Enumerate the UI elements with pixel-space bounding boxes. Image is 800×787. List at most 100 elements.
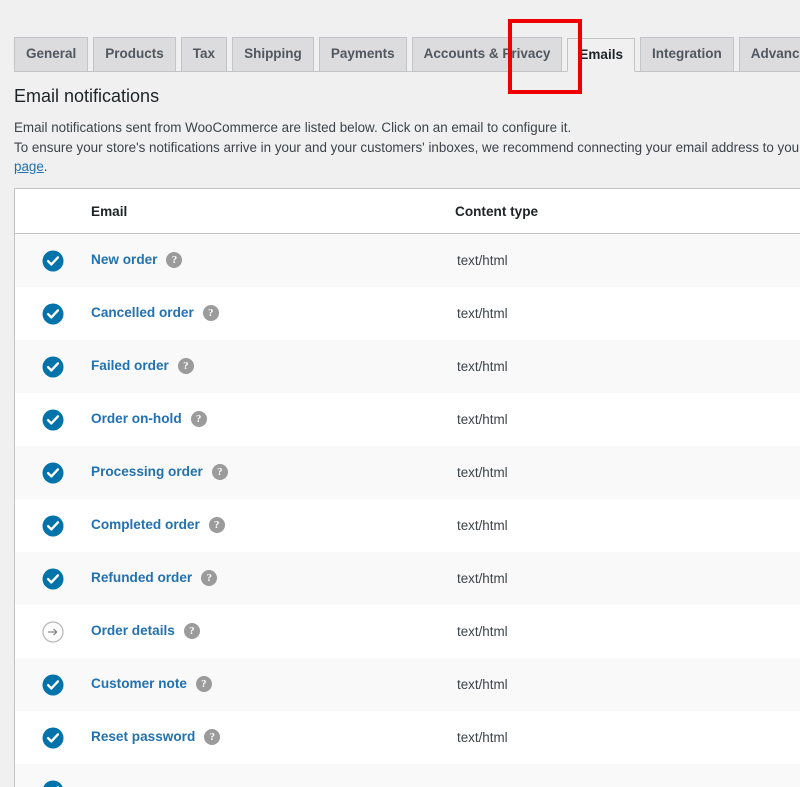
check-circle-icon[interactable]	[42, 568, 64, 590]
email-status-cell	[15, 605, 92, 658]
table-row[interactable]: Customer note? text/html	[14, 658, 800, 711]
content-type-cell: text/html	[455, 552, 655, 605]
row-spacer-cell	[655, 234, 800, 288]
email-notifications-table: Email Content type New order? text/html Ca…	[14, 188, 800, 787]
content-type-value: text/html	[457, 306, 508, 321]
content-type-value: text/html	[457, 253, 508, 268]
email-name-cell: Reset password?	[91, 711, 455, 764]
email-status-cell	[15, 393, 92, 446]
email-link[interactable]: Order on-hold	[91, 411, 182, 426]
arrow-right-circle-icon[interactable]	[42, 620, 64, 643]
email-name-cell: New order?	[91, 234, 455, 288]
email-name-cell: Order details?	[91, 605, 455, 658]
check-circle-icon[interactable]	[42, 727, 64, 749]
help-icon[interactable]: ?	[201, 570, 218, 586]
description-line-1: Email notifications sent from WooCommerc…	[14, 120, 572, 135]
column-header-email: Email	[91, 188, 455, 234]
tab-integration[interactable]: Integration	[639, 37, 734, 71]
description-line-3: page.	[14, 157, 800, 177]
help-icon[interactable]: ?	[195, 676, 212, 692]
email-link[interactable]: Order details	[91, 623, 175, 638]
row-spacer-cell	[655, 499, 800, 552]
email-name-cell: Completed order?	[91, 499, 455, 552]
row-spacer-cell	[655, 764, 800, 787]
check-circle-icon[interactable]	[42, 303, 64, 325]
help-icon[interactable]: ?	[202, 305, 219, 321]
column-header-status	[14, 188, 91, 234]
email-name-cell: Order on-hold?	[91, 393, 455, 446]
content-type-cell: text/html	[455, 234, 655, 288]
table-row[interactable]: Order details? text/html	[14, 605, 800, 658]
check-circle-icon[interactable]	[42, 356, 64, 378]
tab-accounts-privacy[interactable]: Accounts & Privacy	[411, 37, 563, 71]
email-link[interactable]: Customer note	[91, 676, 187, 691]
help-icon[interactable]: ?	[183, 623, 200, 639]
content-type-value: text/html	[457, 571, 508, 586]
email-link[interactable]: Failed order	[91, 358, 169, 373]
table-row[interactable]: Reset password? text/html	[14, 711, 800, 764]
table-row[interactable]: Refunded order? text/html	[14, 552, 800, 605]
page-title: Email notifications	[14, 86, 160, 106]
settings-page-link[interactable]: page	[14, 159, 44, 174]
table-row[interactable]	[14, 764, 800, 787]
tab-tax[interactable]: Tax	[180, 37, 228, 71]
tab-shipping[interactable]: Shipping	[232, 37, 314, 71]
email-status-cell	[15, 764, 92, 787]
email-link[interactable]: Cancelled order	[91, 305, 194, 320]
check-circle-icon[interactable]	[42, 780, 64, 787]
check-circle-icon[interactable]	[42, 250, 64, 272]
email-status-cell	[15, 658, 92, 711]
table-row[interactable]: Order on-hold? text/html	[14, 393, 800, 446]
row-spacer-cell	[655, 605, 800, 658]
tab-general[interactable]: General	[14, 37, 89, 71]
email-name-cell: Processing order?	[91, 446, 455, 499]
email-name-cell: Customer note?	[91, 658, 455, 711]
content-type-cell: text/html	[455, 711, 655, 764]
table-row[interactable]: Failed order? text/html	[14, 340, 800, 393]
help-icon[interactable]: ?	[166, 252, 183, 268]
content-type-value: text/html	[457, 465, 508, 480]
content-type-cell: text/html	[455, 340, 655, 393]
check-circle-icon[interactable]	[42, 462, 64, 484]
check-circle-icon[interactable]	[42, 674, 64, 696]
content-type-value: text/html	[457, 677, 508, 692]
row-spacer-cell	[655, 658, 800, 711]
content-type-cell: text/html	[455, 287, 655, 340]
help-icon[interactable]: ?	[190, 411, 207, 427]
email-link[interactable]: New order	[91, 252, 157, 267]
table-row[interactable]: New order? text/html	[14, 233, 800, 288]
email-link[interactable]: Refunded order	[91, 570, 192, 585]
content-type-value: text/html	[457, 730, 508, 745]
content-type-cell: text/html	[455, 658, 655, 711]
help-icon[interactable]: ?	[211, 464, 228, 480]
table-row[interactable]: Processing order? text/html	[14, 446, 800, 499]
row-spacer-cell	[655, 287, 800, 340]
help-icon[interactable]: ?	[208, 517, 225, 533]
email-link[interactable]: Completed order	[91, 517, 200, 532]
help-icon[interactable]: ?	[204, 729, 221, 745]
table-body: New order? text/html Cancelled order? text/…	[14, 233, 800, 787]
table-header: Email Content type	[14, 188, 800, 234]
tab-advanced[interactable]: Advanced	[738, 37, 800, 71]
content-type-value	[455, 783, 457, 787]
tab-emails[interactable]: Emails	[567, 38, 635, 72]
email-status-cell	[15, 499, 92, 552]
email-name-cell: Cancelled order?	[91, 287, 455, 340]
tab-payments[interactable]: Payments	[318, 37, 407, 71]
row-spacer-cell	[655, 393, 800, 446]
content-type-value: text/html	[457, 359, 508, 374]
email-status-cell	[15, 552, 92, 605]
help-icon[interactable]: ?	[177, 358, 194, 374]
content-type-cell: text/html	[455, 499, 655, 552]
check-circle-icon[interactable]	[42, 409, 64, 431]
email-link[interactable]: Reset password	[91, 729, 195, 744]
tab-products[interactable]: Products	[93, 37, 176, 71]
table-row[interactable]: Completed order? text/html	[14, 499, 800, 552]
email-name-cell: Failed order?	[91, 340, 455, 393]
content-type-cell: text/html	[455, 446, 655, 499]
row-spacer-cell	[655, 446, 800, 499]
email-link[interactable]: Processing order	[91, 464, 203, 479]
content-type-cell: text/html	[455, 605, 655, 658]
check-circle-icon[interactable]	[42, 515, 64, 537]
table-row[interactable]: Cancelled order? text/html	[14, 287, 800, 340]
